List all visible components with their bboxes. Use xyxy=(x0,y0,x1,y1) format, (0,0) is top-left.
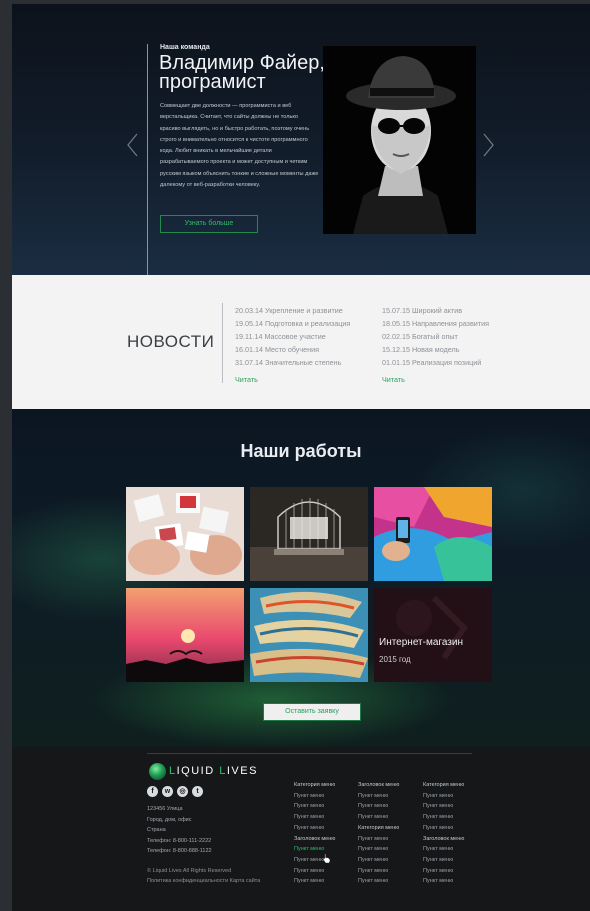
footer: LIQUID LIVES f w ◎ t 123456 Улица Город,… xyxy=(12,747,590,911)
menu-item[interactable]: Пункт меню xyxy=(294,801,335,812)
logo-text: LIQUID LIVES xyxy=(169,765,258,777)
news-item[interactable]: 31.07.14 Значительные степень xyxy=(235,356,350,369)
copyright: © Liquid Lives All Rights Reserved Полит… xyxy=(147,866,260,886)
menu-item[interactable]: Пункт меню xyxy=(294,823,335,834)
logo-letter: L xyxy=(169,765,177,777)
menu-item[interactable]: Пункт меню xyxy=(358,876,399,887)
member-description: Совмещает две должности — программиста и… xyxy=(160,103,319,189)
vk-icon[interactable]: w xyxy=(162,786,173,797)
news-item[interactable]: 19.11.14 Массовое участие xyxy=(235,330,350,343)
news-column-1: 20.03.14 Укрепление и развитие 19.05.14 … xyxy=(235,304,350,387)
logo-letter: L xyxy=(219,765,227,777)
news-item[interactable]: 01.01.15 Реализация позиций xyxy=(382,356,489,369)
hand-cursor-icon xyxy=(322,853,331,864)
works-title: Наши работы xyxy=(240,441,362,461)
read-link[interactable]: Читать xyxy=(382,375,405,384)
chevron-left-icon[interactable] xyxy=(125,132,141,158)
news-title: НОВОСТИ xyxy=(127,332,215,351)
menu-item[interactable]: Пункт меню xyxy=(423,855,464,866)
hand-cursor-icon xyxy=(468,656,492,682)
news-divider xyxy=(222,303,223,383)
works-section: Наши работы Интернет-магазин 2015 год Ос… xyxy=(12,409,590,747)
footer-divider xyxy=(147,753,472,754)
news-item[interactable]: 15.12.15 Новая модель xyxy=(382,343,489,356)
footer-menu-1: Категория меню Пункт меню Пункт меню Пун… xyxy=(294,780,335,887)
address-line: Город, дом, офис xyxy=(147,816,192,823)
menu-heading: Категория меню xyxy=(294,782,336,788)
instagram-icon[interactable]: ◎ xyxy=(177,786,188,797)
phone-line: Телефон: 8-800-111-2222 xyxy=(147,837,212,844)
menu-heading: Заголовок меню xyxy=(358,782,400,788)
news-item[interactable]: 20.03.14 Укрепление и развитие xyxy=(235,304,350,317)
menu-item[interactable]: Пункт меню xyxy=(423,823,464,834)
menu-item[interactable]: Пункт меню xyxy=(358,801,399,812)
chevron-right-icon[interactable] xyxy=(480,132,496,158)
menu-item[interactable]: Пункт меню xyxy=(358,855,399,866)
menu-item[interactable]: Пункт меню xyxy=(294,876,335,887)
contact-address: 123456 Улица Город, дом, офис Страна Тел… xyxy=(147,804,212,857)
menu-item[interactable]: Пункт меню xyxy=(423,866,464,877)
work-tile-sunset[interactable] xyxy=(126,588,244,682)
section-kicker: Наша команда xyxy=(160,44,210,51)
order-button[interactable]: Оставить заявку xyxy=(263,703,361,721)
member-photo xyxy=(323,46,476,234)
work-tile-birdcage[interactable] xyxy=(250,487,368,581)
menu-heading: Категория меню xyxy=(358,824,400,831)
work-tile-boats[interactable] xyxy=(250,588,368,682)
menu-item[interactable]: Пункт меню xyxy=(294,812,335,823)
menu-item[interactable]: Пункт меню xyxy=(358,866,399,877)
menu-item[interactable]: Пункт меню xyxy=(294,791,335,802)
menu-item[interactable]: Пункт меню xyxy=(423,791,464,802)
menu-item[interactable]: Пункт меню xyxy=(358,812,399,823)
featured-title: Интернет-магазин xyxy=(379,637,463,648)
footer-menu-3: Категория меню Пункт меню Пункт меню Пун… xyxy=(423,780,464,887)
news-section: НОВОСТИ 20.03.14 Укрепление и развитие 1… xyxy=(12,275,590,409)
news-item[interactable]: 02.02.15 Богатый опыт xyxy=(382,330,489,343)
address-line: Страна xyxy=(147,827,166,834)
menu-item[interactable]: Пункт меню xyxy=(423,876,464,887)
policy-links[interactable]: Политика конфиденциальности Карта сайта xyxy=(147,876,260,886)
menu-item[interactable]: Пункт меню xyxy=(358,834,399,845)
hero-divider xyxy=(147,44,148,275)
news-item[interactable]: 19.05.14 Подготовка и реализация xyxy=(235,317,350,330)
page-frame: Наша команда Владимир Файер, програмист … xyxy=(12,4,590,911)
team-section: Наша команда Владимир Файер, програмист … xyxy=(12,4,590,275)
menu-item[interactable]: Пункт меню xyxy=(294,866,335,877)
menu-heading: Категория меню xyxy=(423,782,465,788)
phone-line: Телефон: 8-800-888-1122 xyxy=(147,848,212,855)
copyright-line: © Liquid Lives All Rights Reserved xyxy=(147,868,232,874)
menu-item[interactable]: Пункт меню xyxy=(423,812,464,823)
featured-year: 2015 год xyxy=(379,655,411,664)
work-tile-photos[interactable] xyxy=(126,487,244,581)
news-column-2: 15.07.15 Широкий актив 18.05.15 Направле… xyxy=(382,304,489,387)
menu-item[interactable]: Пункт меню xyxy=(423,801,464,812)
logo-word-1: IQUID xyxy=(176,765,215,777)
twitter-icon[interactable]: t xyxy=(192,786,203,797)
logo-word-2: IVES xyxy=(226,765,258,777)
footer-menu-2: Заголовок меню Пункт меню Пункт меню Пун… xyxy=(358,780,399,887)
address-line: 123456 Улица xyxy=(147,806,183,812)
news-item[interactable]: 15.07.15 Широкий актив xyxy=(382,304,489,317)
menu-item[interactable]: Пункт меню xyxy=(358,791,399,802)
logo-orb-icon xyxy=(149,763,166,780)
read-link[interactable]: Читать xyxy=(235,375,258,384)
news-item[interactable]: 16.01.14 Место обучения xyxy=(235,343,350,356)
menu-item[interactable]: Пункт меню xyxy=(358,844,399,855)
menu-heading: Заголовок меню xyxy=(423,835,465,842)
work-tile-featured[interactable]: Интернет-магазин 2015 год xyxy=(374,588,492,682)
member-name: Владимир Файер, програмист xyxy=(159,52,325,93)
work-tile-graffiti[interactable] xyxy=(374,487,492,581)
news-item[interactable]: 18.05.15 Направления развития xyxy=(382,317,489,330)
facebook-icon[interactable]: f xyxy=(147,786,158,797)
learn-more-button[interactable]: Узнать больше xyxy=(160,215,258,233)
menu-item[interactable]: Пункт меню xyxy=(423,844,464,855)
menu-heading: Заголовок меню xyxy=(294,835,336,842)
